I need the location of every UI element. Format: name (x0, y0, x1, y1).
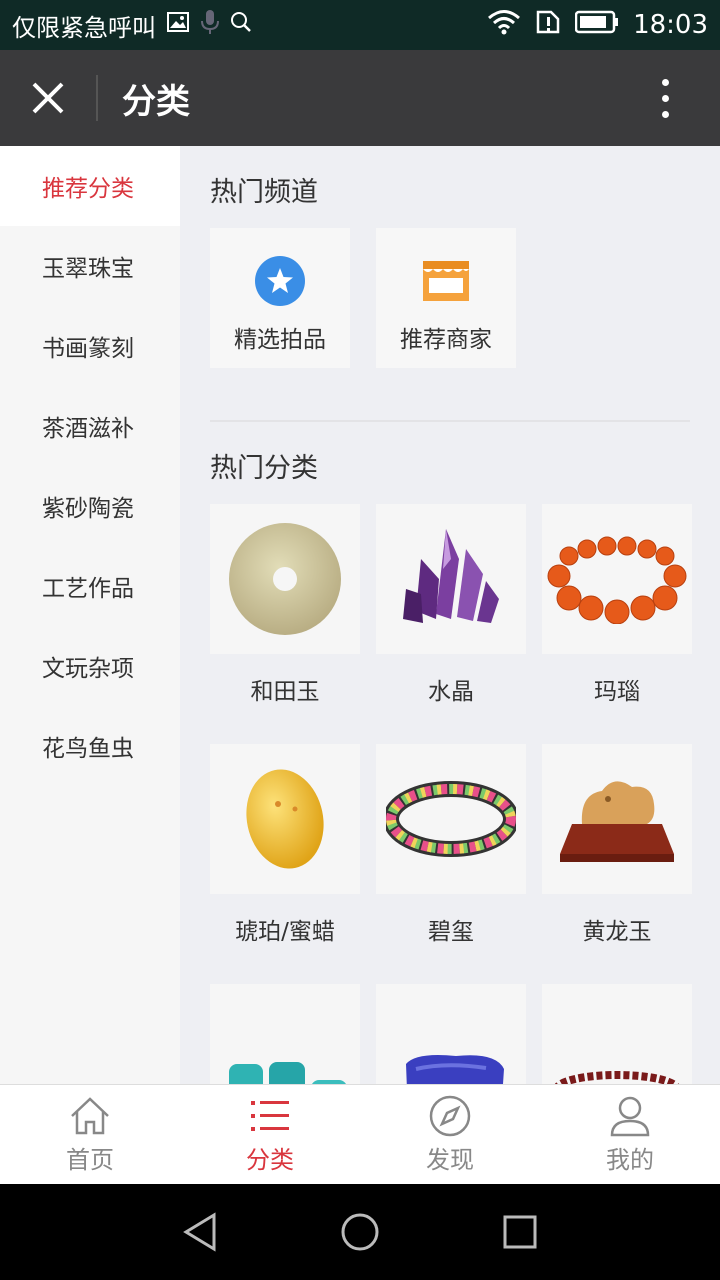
star-badge-icon (255, 256, 305, 306)
home-icon (69, 1094, 111, 1138)
clock: 18:03 (633, 10, 708, 40)
category-yellow-dragon-jade[interactable]: 黄龙玉 (542, 744, 692, 946)
category-agate[interactable]: 玛瑙 (542, 504, 692, 706)
tab-categories[interactable]: 分类 (180, 1085, 360, 1184)
tab-label: 分类 (246, 1146, 294, 1174)
status-bar: 仅限紧急呼叫 18:03 (0, 0, 720, 50)
tab-label: 我的 (606, 1146, 654, 1174)
sim-alert-icon (535, 9, 561, 42)
category-label: 玛瑙 (594, 679, 640, 705)
category-label: 琥珀/蜜蜡 (235, 919, 335, 945)
mic-icon (200, 9, 220, 41)
home-nav-button[interactable] (332, 1204, 388, 1260)
category-tourmaline[interactable]: 碧玺 (376, 744, 526, 946)
section-divider (210, 420, 690, 422)
bottom-tab-bar: 首页 分类 发现 我的 (0, 1084, 720, 1184)
turquoise-icon (210, 984, 360, 1084)
close-icon (32, 82, 64, 114)
page-title: 分类 (122, 81, 190, 122)
app-header: 分类 (0, 50, 720, 146)
category-label: 和田玉 (250, 679, 320, 705)
hot-channels-title: 热门频道 (210, 177, 318, 208)
hot-categories-title: 热门分类 (210, 453, 318, 484)
category-label: 水晶 (428, 679, 474, 705)
amber-icon (210, 744, 360, 894)
sidebar-item-pottery-porcelain[interactable]: 紫砂陶瓷 (0, 466, 180, 546)
sidebar-item-crafts[interactable]: 工艺作品 (0, 546, 180, 626)
tab-discover[interactable]: 发现 (360, 1085, 540, 1184)
tourmaline-bracelet-icon (376, 744, 526, 894)
carving-icon (542, 744, 692, 894)
sidebar-item-calligraphy-seals[interactable]: 书画篆刻 (0, 306, 180, 386)
notification-text: 仅限紧急呼叫 (12, 13, 156, 42)
agate-bracelet-icon (542, 504, 692, 654)
channel-featured-lots[interactable]: 精选拍品 (210, 228, 350, 368)
category-amber-beeswax[interactable]: 琥珀/蜜蜡 (210, 744, 360, 946)
category-main: 热门频道 精选拍品 推荐商家 热门分类 和田玉 水晶 玛瑙 琥珀/蜜蜡 碧玺 黄… (180, 146, 720, 1084)
sidebar-item-collectibles[interactable]: 文玩杂项 (0, 626, 180, 706)
wifi-icon (487, 9, 521, 42)
sidebar-item-recommended[interactable]: 推荐分类 (0, 146, 180, 226)
jade-disc-icon (210, 504, 360, 654)
recents-icon (503, 1215, 537, 1249)
garnet-bracelet-icon (542, 984, 692, 1084)
sidebar-item-jade-jewelry[interactable]: 玉翠珠宝 (0, 226, 180, 306)
user-icon (609, 1094, 651, 1138)
compass-icon (429, 1094, 471, 1138)
category-hetian-jade[interactable]: 和田玉 (210, 504, 360, 706)
close-button[interactable] (0, 50, 96, 146)
recents-button[interactable] (492, 1204, 548, 1260)
content-area: 推荐分类 玉翠珠宝 书画篆刻 茶酒滋补 紫砂陶瓷 工艺作品 文玩杂项 花鸟鱼虫 … (0, 146, 720, 1084)
tab-label: 发现 (426, 1146, 474, 1174)
battery-icon (574, 10, 619, 41)
channel-recommended-sellers[interactable]: 推荐商家 (376, 228, 516, 368)
category-sidebar: 推荐分类 玉翠珠宝 书画篆刻 茶酒滋补 紫砂陶瓷 工艺作品 文玩杂项 花鸟鱼虫 (0, 146, 180, 1084)
more-menu-button[interactable] (610, 50, 720, 146)
back-icon (183, 1212, 216, 1252)
tab-home[interactable]: 首页 (0, 1085, 180, 1184)
lapis-icon (376, 984, 526, 1084)
shop-icon (421, 256, 471, 306)
channel-label: 精选拍品 (234, 327, 326, 353)
category-crystal[interactable]: 水晶 (376, 504, 526, 706)
tab-label: 首页 (66, 1146, 114, 1174)
list-icon (249, 1094, 291, 1138)
category-garnet[interactable] (542, 984, 692, 1084)
back-button[interactable] (172, 1204, 228, 1260)
category-lapis[interactable] (376, 984, 526, 1084)
channel-label: 推荐商家 (400, 327, 492, 353)
category-label: 碧玺 (428, 919, 474, 945)
header-divider (96, 75, 98, 121)
category-turquoise[interactable] (210, 984, 360, 1084)
sidebar-item-tea-wine-tonics[interactable]: 茶酒滋补 (0, 386, 180, 466)
image-icon (166, 10, 190, 40)
system-nav-bar (0, 1184, 720, 1280)
category-label: 黄龙玉 (582, 919, 652, 945)
search-icon (230, 11, 252, 39)
tab-me[interactable]: 我的 (540, 1085, 720, 1184)
sidebar-item-flowers-birds[interactable]: 花鸟鱼虫 (0, 706, 180, 786)
crystal-icon (376, 504, 526, 654)
home-circle-icon (341, 1213, 379, 1251)
